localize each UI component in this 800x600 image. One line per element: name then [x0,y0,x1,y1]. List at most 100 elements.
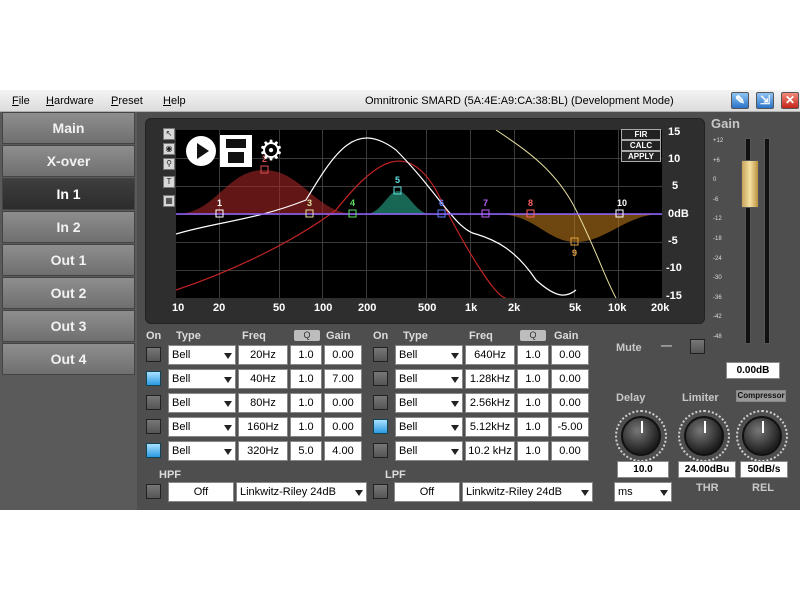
band-freq-field[interactable]: 320Hz [238,441,288,461]
band-q-field[interactable]: 5.0 [290,441,322,461]
rel-value[interactable]: 50dB/s [740,461,788,478]
nav-out-4[interactable]: Out 4 [2,343,135,375]
band-q-field[interactable]: 1.0 [290,393,322,413]
nav-out-2[interactable]: Out 2 [2,277,135,309]
zoom-tool-icon[interactable]: ⚲ [163,158,175,170]
band-type-select[interactable]: Bell [168,417,236,437]
calc-button[interactable]: CALC [621,140,661,151]
band-q-field[interactable]: 1.0 [517,441,549,461]
menu-hardware[interactable]: Hardware [46,95,94,107]
image-tool-icon[interactable]: ▦ [163,195,175,207]
band-type-select[interactable]: Bell [395,393,463,413]
band-enable-checkbox[interactable] [373,395,388,410]
gain-fader-handle[interactable] [741,160,759,208]
edit-icon[interactable]: ✎ [731,92,749,109]
cursor-tool-icon[interactable]: ↖ [163,128,175,140]
mute-button[interactable] [690,339,705,354]
band-q-field[interactable]: 1.0 [517,369,549,389]
band-type-select[interactable]: Bell [168,369,236,389]
delay-unit-select[interactable]: ms [614,482,672,502]
band-enable-checkbox[interactable] [373,371,388,386]
gain-header: Gain [326,330,351,342]
band-enable-checkbox[interactable] [373,443,388,458]
band-type-select[interactable]: Bell [395,369,463,389]
nav-main[interactable]: Main [2,112,135,144]
band-enable-checkbox[interactable] [373,419,388,434]
band-q-field[interactable]: 1.0 [290,417,322,437]
delay-knob[interactable] [621,416,661,456]
band-gain-field[interactable]: 0.00 [551,441,589,461]
band-freq-field[interactable]: 2.56kHz [465,393,515,413]
lpf-type-select[interactable]: Linkwitz-Riley 24dB [462,482,593,502]
close-icon[interactable]: ✕ [781,92,799,109]
gear-icon[interactable]: ⚙ [256,136,286,166]
band-freq-field[interactable]: 20Hz [238,345,288,365]
band-freq-field[interactable]: 80Hz [238,393,288,413]
hpf-freq-field[interactable]: Off [168,482,234,502]
q-header: Q [520,330,546,341]
thr-knob[interactable] [684,416,724,456]
delay-value[interactable]: 10.0 [617,461,669,478]
menu-file[interactable]: File [12,95,30,107]
chevron-down-icon [451,425,459,431]
nav-out-1[interactable]: Out 1 [2,244,135,276]
band-gain-field[interactable]: 0.00 [324,345,362,365]
band-freq-field[interactable]: 5.12kHz [465,417,515,437]
band-gain-field[interactable]: 0.00 [324,417,362,437]
band-type-select[interactable]: Bell [395,417,463,437]
band-q-field[interactable]: 1.0 [517,393,549,413]
band-enable-checkbox[interactable] [146,443,161,458]
band-q-field[interactable]: 1.0 [290,345,322,365]
band-q-field[interactable]: 1.0 [290,369,322,389]
nav-in-1[interactable]: In 1 [2,178,135,210]
mute-label: Mute [616,342,642,354]
apply-button[interactable]: APPLY [621,151,661,162]
band-enable-checkbox[interactable] [373,347,388,362]
minimize-icon[interactable]: ⇲ [756,92,774,109]
band-type-select[interactable]: Bell [168,393,236,413]
band-enable-checkbox[interactable] [146,371,161,386]
band-gain-field[interactable]: 4.00 [324,441,362,461]
band-enable-checkbox[interactable] [146,347,161,362]
chevron-down-icon [224,425,232,431]
band-type-select[interactable]: Bell [395,345,463,365]
play-button[interactable] [186,136,216,166]
band-freq-field[interactable]: 1.28kHz [465,369,515,389]
band-q-field[interactable]: 1.0 [517,417,549,437]
camera-tool-icon[interactable]: ◉ [163,143,175,155]
band-gain-field[interactable]: 7.00 [324,369,362,389]
hpf-type-select[interactable]: Linkwitz-Riley 24dB [236,482,367,502]
x-tick-label: 10k [608,302,627,314]
thr-value[interactable]: 24.00dBu [678,461,736,478]
menu-help[interactable]: Help [163,95,186,107]
lpf-freq-field[interactable]: Off [394,482,460,502]
band-type-select[interactable]: Bell [395,441,463,461]
nav-in-2[interactable]: In 2 [2,211,135,243]
band-type-select[interactable]: Bell [168,345,236,365]
nav-out-3[interactable]: Out 3 [2,310,135,342]
band-freq-field[interactable]: 10.2 kHz [465,441,515,461]
nav-x-over[interactable]: X-over [2,145,135,177]
gain-value[interactable]: 0.00dB [726,362,780,379]
band-gain-field[interactable]: 0.00 [551,393,589,413]
band-freq-field[interactable]: 160Hz [238,417,288,437]
compressor-button[interactable]: Compressor [736,390,786,402]
band-freq-field[interactable]: 640Hz [465,345,515,365]
band-q-field[interactable]: 1.0 [517,345,549,365]
band-enable-checkbox[interactable] [146,419,161,434]
band-freq-field[interactable]: 40Hz [238,369,288,389]
band-type-value: Bell [399,373,418,385]
hpf-checkbox[interactable] [146,484,161,499]
band-gain-field[interactable]: -5.00 [551,417,589,437]
menu-preset[interactable]: Preset [111,95,143,107]
band-gain-field[interactable]: 0.00 [551,345,589,365]
band-enable-checkbox[interactable] [146,395,161,410]
band-gain-field[interactable]: 0.00 [551,369,589,389]
text-tool-icon[interactable]: T [163,176,175,188]
lpf-checkbox[interactable] [373,484,388,499]
band-gain-field[interactable]: 0.00 [324,393,362,413]
rel-knob[interactable] [742,416,782,456]
band-type-select[interactable]: Bell [168,441,236,461]
fir-button[interactable]: FIR [621,129,661,140]
save-icon[interactable] [220,135,252,167]
